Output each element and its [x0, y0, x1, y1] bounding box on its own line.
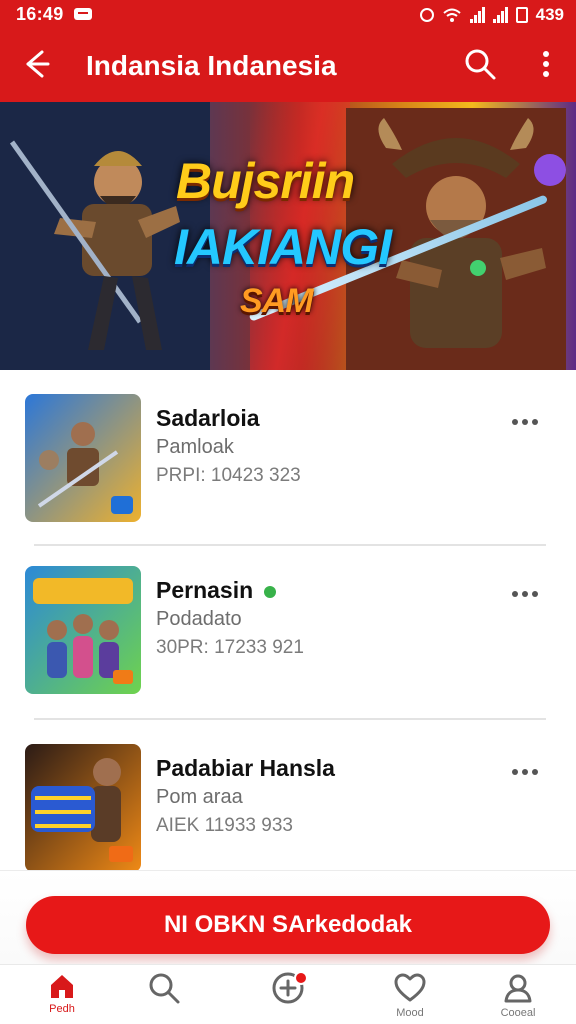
home-icon — [51, 975, 73, 998]
back-icon[interactable] — [18, 46, 54, 82]
nav-label-home: Pedh — [49, 1003, 75, 1015]
battery-percent: 439 — [535, 5, 564, 24]
nav-tab-home[interactable]: Pedh — [24, 965, 100, 1024]
status-time: 16:49 — [16, 4, 64, 24]
wifi-icon — [442, 7, 462, 23]
user-icon — [504, 974, 532, 1003]
nav-tab-profile[interactable]: Cooeal — [480, 965, 556, 1024]
nav-label-mood: Mood — [396, 1007, 424, 1019]
banner-title-line3: SAM — [240, 282, 314, 320]
app-bar: Indansia Indanesia — [0, 30, 576, 102]
game-thumbnail — [25, 394, 141, 522]
game-thumbnail — [25, 744, 141, 872]
list-item[interactable]: Sadarloia Pamloak PRPI: 10423 323 — [0, 370, 576, 544]
more-horizontal-icon[interactable] — [512, 762, 542, 775]
banner-title-line1: Bujsriin — [176, 153, 355, 209]
signal-icon — [469, 7, 485, 23]
status-right: 439 — [419, 5, 564, 25]
battery-icon — [515, 7, 528, 23]
game-meta: AIEK 11933 933 — [156, 815, 293, 836]
nav-label-profile: Cooeal — [500, 1007, 536, 1019]
nav-tab-search[interactable] — [126, 965, 202, 1024]
verified-icon — [263, 585, 276, 598]
notification-badge — [294, 971, 308, 985]
hero-banner[interactable]: Bujsriin IAKIANGI SAM — [0, 102, 576, 370]
search-icon — [149, 973, 180, 1004]
banner-title-line2: IAKIANGI — [174, 219, 392, 275]
page-title: Indansia Indanesia — [86, 50, 337, 81]
heart-icon — [394, 973, 426, 1002]
game-developer: Podadato — [156, 608, 242, 630]
more-vertical-icon[interactable] — [534, 46, 558, 82]
list-item[interactable]: Padabiar Hansla Pom araa AIEK 11933 933 — [0, 720, 576, 894]
nav-tab-mood[interactable]: Mood — [372, 965, 448, 1024]
game-developer: Pom araa — [156, 786, 243, 808]
message-icon — [74, 8, 92, 20]
game-name: Sadarloia — [156, 405, 260, 431]
primary-cta-button[interactable]: NI OBKN SArkedodak — [26, 896, 550, 954]
game-meta: PRPI: 10423 323 — [156, 465, 301, 486]
game-thumbnail — [25, 566, 141, 694]
game-developer: Pamloak — [156, 436, 234, 458]
status-bar: 16:49 439 — [0, 0, 576, 30]
top-bar: 16:49 439 Indansia Indanesia — [0, 0, 576, 102]
more-horizontal-icon[interactable] — [512, 412, 542, 425]
game-meta: 30PR: 17233 921 — [156, 637, 304, 658]
game-name-text: Pernasin — [156, 577, 254, 603]
more-horizontal-icon[interactable] — [512, 584, 542, 597]
signal-icon — [492, 7, 508, 23]
nav-tab-add[interactable] — [250, 965, 326, 1024]
list-item[interactable]: Pernasin Podadato 30PR: 17233 921 — [0, 546, 576, 720]
search-icon[interactable] — [462, 46, 498, 82]
alarm-icon — [419, 8, 434, 22]
game-name: Pernasin — [156, 577, 276, 604]
game-name: Padabiar Hansla — [156, 755, 335, 781]
bottom-navigation: Pedh Mood Cooeal — [0, 964, 576, 1024]
cta-container: NI OBKN SArkedodak — [0, 870, 576, 964]
